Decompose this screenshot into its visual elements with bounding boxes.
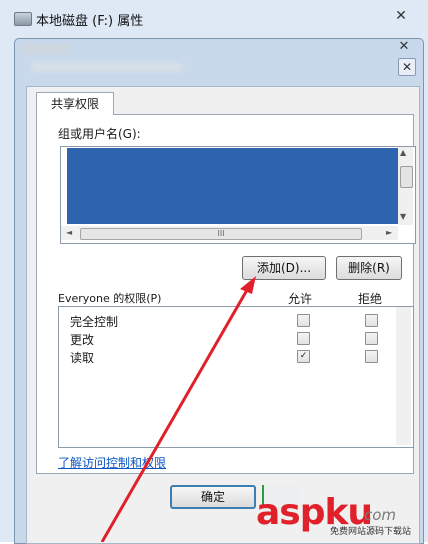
watermark-subtitle: 免费网站源码下载站 [330,527,412,537]
arrow-shaft [100,289,249,542]
arrow-head [240,276,256,294]
watermark-tld: com [364,506,397,524]
watermark-dot: . [352,504,359,525]
red-arrow-annotation [100,276,256,542]
